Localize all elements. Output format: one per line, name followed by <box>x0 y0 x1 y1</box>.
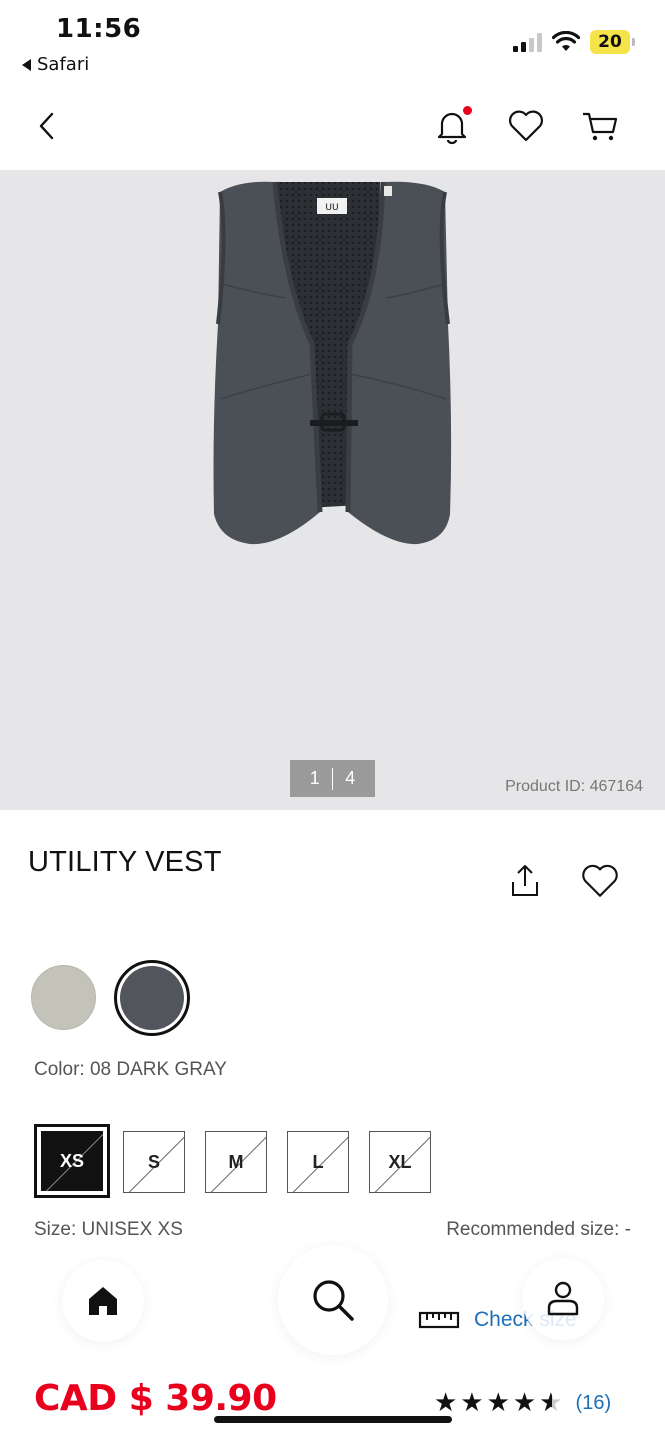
back-to-safari[interactable]: Safari <box>22 54 89 75</box>
account-icon <box>547 1281 579 1316</box>
product-image-gallery[interactable]: UU 1 4 Product ID: 467164 <box>0 170 665 810</box>
size-option-xl[interactable]: XL <box>369 1131 431 1193</box>
search-button[interactable] <box>278 1245 388 1355</box>
size-option-s[interactable]: S <box>123 1131 185 1193</box>
recommended-size: Recommended size: - <box>446 1219 631 1240</box>
battery-level: 20 <box>590 30 630 54</box>
back-app-label: Safari <box>37 54 90 75</box>
product-rating[interactable]: ★★★★★ (16) <box>434 1388 611 1418</box>
image-counter-total: 4 <box>345 768 356 788</box>
share-icon <box>512 865 538 896</box>
color-swatch-light-gray[interactable] <box>31 965 96 1030</box>
notification-dot <box>463 106 472 115</box>
ruler-icon <box>418 1311 460 1329</box>
status-indicators: 20 <box>513 30 635 54</box>
battery-icon: 20 <box>590 30 635 54</box>
heart-icon <box>582 864 618 897</box>
size-option-label: S <box>147 1151 160 1172</box>
home-indicator <box>214 1416 452 1423</box>
cart-button[interactable] <box>580 106 620 146</box>
back-triangle-icon <box>22 58 31 71</box>
add-to-wishlist-button[interactable] <box>579 860 621 902</box>
cellular-signal-icon <box>513 32 542 52</box>
product-image[interactable]: UU <box>200 174 465 554</box>
heart-icon <box>509 110 543 142</box>
share-button[interactable] <box>505 862 545 902</box>
size-option-xs[interactable]: XS <box>34 1124 110 1198</box>
image-counter-current: 1 <box>309 768 320 788</box>
account-button[interactable] <box>522 1258 604 1340</box>
product-id: Product ID: 467164 <box>505 778 643 795</box>
product-title: UTILITY VEST <box>28 846 222 878</box>
size-option-label: L <box>312 1151 324 1172</box>
size-option-label: M <box>228 1151 244 1172</box>
home-icon <box>89 1287 117 1315</box>
wishlist-button[interactable] <box>506 106 546 146</box>
status-time: 11:56 <box>56 14 142 44</box>
cart-icon <box>583 112 618 141</box>
home-button[interactable] <box>62 1260 144 1342</box>
logo-label-text: UU <box>325 203 338 213</box>
review-count[interactable]: (16) <box>576 1392 612 1415</box>
back-chevron-icon <box>39 112 54 140</box>
half-star-icon: ★ <box>539 1388 565 1418</box>
color-swatch-dark-gray[interactable] <box>114 960 190 1036</box>
selected-size-label: Size: UNISEX XS <box>34 1219 183 1240</box>
color-swatch-dark-gray-fill <box>120 966 184 1030</box>
star-rating-icons: ★★★★★ <box>434 1388 566 1418</box>
size-option-m[interactable]: M <box>205 1131 267 1193</box>
size-option-label: XL <box>388 1151 412 1172</box>
back-button[interactable] <box>30 106 64 146</box>
notifications-button[interactable] <box>432 106 472 146</box>
size-option-label: XS <box>59 1150 84 1171</box>
product-price: CAD $ 39.90 <box>34 1378 277 1419</box>
wifi-icon <box>552 31 580 51</box>
selected-color-label: Color: 08 DARK GRAY <box>34 1059 227 1080</box>
size-option-l[interactable]: L <box>287 1131 349 1193</box>
search-icon <box>313 1280 354 1321</box>
image-counter: 1 4 <box>290 760 375 797</box>
